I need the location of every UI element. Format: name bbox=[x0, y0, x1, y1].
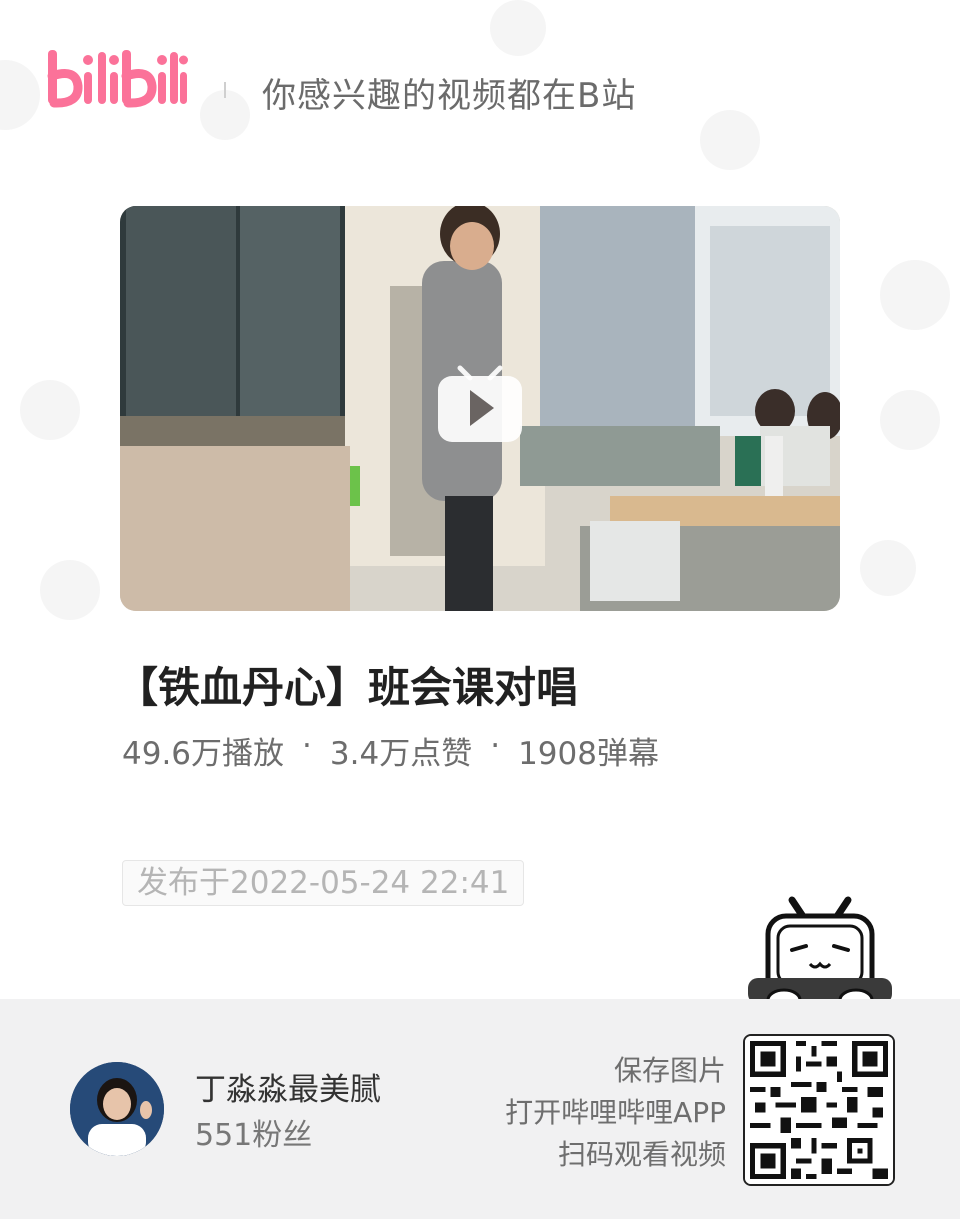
header-divider bbox=[224, 82, 226, 98]
bilibili-logo bbox=[46, 46, 188, 114]
danmaku-count: 1908弹幕 bbox=[518, 736, 659, 772]
share-header: 你感兴趣的视频都在B站 bbox=[0, 0, 960, 180]
play-icon[interactable] bbox=[436, 364, 524, 444]
avatar[interactable] bbox=[70, 1062, 164, 1156]
qr-instructions: 保存图片 打开哔哩哔哩APP 扫码观看视频 bbox=[505, 1050, 726, 1176]
video-title: 【铁血丹心】班会课对唱 bbox=[116, 663, 579, 712]
cta-scan-code: 扫码观看视频 bbox=[557, 1138, 726, 1171]
slogan: 你感兴趣的视频都在B站 bbox=[262, 76, 637, 116]
fan-count: 551粉丝 bbox=[195, 1118, 313, 1153]
cta-open-app: 打开哔哩哔哩APP bbox=[505, 1096, 726, 1129]
video-stats: 49.6万播放 · 3.4万点赞 · 1908弹幕 bbox=[122, 728, 659, 773]
cta-save-image: 保存图片 bbox=[613, 1054, 726, 1087]
publish-date: 发布于2022-05-24 22:41 bbox=[122, 860, 525, 906]
separator-dot: · bbox=[490, 728, 501, 764]
qr-code[interactable] bbox=[743, 1034, 895, 1186]
uploader-name[interactable]: 丁淼淼最美腻 bbox=[195, 1064, 381, 1109]
separator-dot: · bbox=[302, 728, 312, 764]
tv-mascot-icon bbox=[748, 892, 892, 1014]
play-count: 49.6万播放 bbox=[122, 736, 285, 772]
like-count: 3.4万点赞 bbox=[329, 736, 473, 772]
